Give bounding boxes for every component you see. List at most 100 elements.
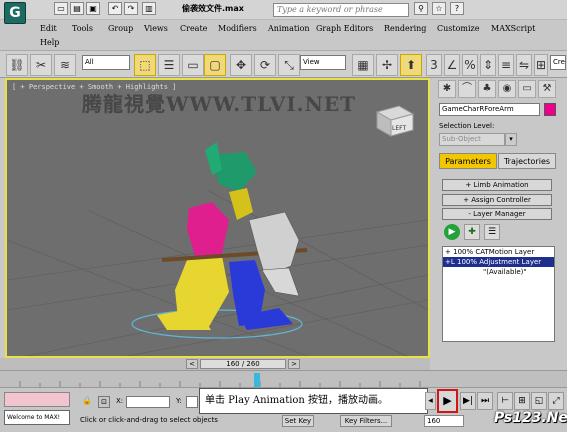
menu-create[interactable]: Create	[180, 24, 207, 33]
menu-help[interactable]: Help	[40, 38, 59, 47]
redo-icon[interactable]: ↷	[124, 2, 138, 15]
select-rotate-icon[interactable]: ⟳	[254, 54, 276, 76]
add-layer-icon[interactable]: ✚	[464, 224, 480, 240]
object-name-field[interactable]: GameCharRForeArm	[439, 103, 540, 116]
character-model	[157, 142, 308, 330]
window-crossing-icon[interactable]: ▢	[204, 54, 226, 76]
y-coordinate-field[interactable]	[186, 396, 198, 408]
menu-customize[interactable]: Customize	[437, 24, 480, 33]
layer-options-icon[interactable]: ☰	[484, 224, 500, 240]
layer-label: 100% CATMotion Layer	[453, 248, 535, 256]
track-bar[interactable]	[0, 370, 567, 388]
select-link-icon[interactable]: ⛓	[6, 54, 28, 76]
percent-snap-icon[interactable]: %	[462, 54, 478, 76]
menu-tools[interactable]: Tools	[72, 24, 93, 33]
open-file-icon[interactable]: ▤	[70, 2, 84, 15]
align-icon[interactable]: ⊞	[534, 54, 548, 76]
rollout-sign: +	[463, 196, 470, 204]
play-layer-icon[interactable]: ▶	[444, 224, 460, 240]
pivot-center-icon[interactable]: ▦	[352, 54, 374, 76]
help-icon[interactable]: ?	[450, 2, 464, 15]
object-color-swatch[interactable]	[544, 103, 556, 116]
maxscript-listener[interactable]	[4, 392, 70, 407]
sub-object-select[interactable]: Sub-Object	[439, 133, 505, 146]
keyboard-shortcut-override-icon[interactable]: ⬆	[400, 54, 422, 76]
menu-maxscript[interactable]: MAXScript	[491, 24, 535, 33]
title-bar: G ▭ ▤ ▣ ↶ ↷ ▥ 偷袭效文件.max Type a keyword o…	[0, 0, 567, 24]
snap-3d-icon[interactable]: 3	[426, 54, 442, 76]
maximize-viewport-icon[interactable]: ⤢	[548, 392, 564, 410]
time-slider-bar: < 160 / 260 >	[0, 358, 430, 370]
rollout-assign-controller[interactable]: + Assign Controller	[442, 194, 552, 206]
select-move-icon[interactable]: ✥	[230, 54, 252, 76]
tab-parameters[interactable]: Parameters	[439, 153, 497, 169]
utilities-tab-icon[interactable]: ⚒	[538, 80, 556, 98]
zoom-extents-icon[interactable]: ⊞	[514, 392, 530, 410]
prev-frame-icon[interactable]: <	[186, 359, 198, 369]
select-by-name-icon[interactable]: ☰	[158, 54, 180, 76]
key-filters-button[interactable]: Key Filters...	[340, 415, 392, 427]
list-item[interactable]: +L 100% Adjustment Layer	[443, 257, 554, 267]
display-tab-icon[interactable]: ▭	[518, 80, 536, 98]
save-file-icon[interactable]: ▣	[86, 2, 100, 15]
time-slider[interactable]: 160 / 260	[200, 359, 286, 369]
list-item[interactable]: "(Available)"	[443, 267, 554, 277]
key-mode-icon[interactable]: ⊢	[497, 392, 513, 410]
app-logo-icon[interactable]: G	[4, 2, 26, 24]
bind-space-warp-icon[interactable]: ≋	[54, 54, 76, 76]
undo-icon[interactable]: ↶	[108, 2, 122, 15]
next-frame-icon[interactable]: >	[288, 359, 300, 369]
project-folder-icon[interactable]: ▥	[142, 2, 156, 15]
select-manipulate-icon[interactable]: ✢	[376, 54, 398, 76]
selection-filter-select[interactable]: All	[82, 55, 130, 70]
time-cursor	[254, 373, 260, 387]
go-to-end-icon[interactable]: ⏭	[477, 392, 493, 410]
rollout-limb-animation[interactable]: + Limb Animation	[442, 179, 552, 191]
rollout-sign: +	[465, 181, 472, 189]
search-input[interactable]: Type a keyword or phrase	[273, 3, 409, 17]
rollout-label: Assign Controller	[471, 196, 531, 204]
perspective-viewport[interactable]: [ + Perspective + Smooth + Highlights ] …	[5, 78, 430, 358]
menu-views[interactable]: Views	[144, 24, 168, 33]
tab-trajectories[interactable]: Trajectories	[498, 153, 556, 169]
welcome-text[interactable]: Welcome to MAX!	[4, 410, 70, 425]
list-item[interactable]: + 100% CATMotion Layer	[443, 247, 554, 257]
angle-snap-icon[interactable]: ∠	[444, 54, 460, 76]
menu-animation[interactable]: Animation	[268, 24, 310, 33]
modify-tab-icon[interactable]: ⌒	[458, 80, 476, 98]
menu-group[interactable]: Group	[108, 24, 133, 33]
spinner-snap-icon[interactable]: ⇕	[480, 54, 496, 76]
absolute-mode-icon[interactable]: ⊡	[98, 396, 110, 408]
mirror-icon[interactable]: ⇋	[516, 54, 532, 76]
named-selection-sets[interactable]: Cre	[550, 55, 566, 70]
set-key-button[interactable]: Set Key	[282, 415, 314, 427]
reference-coordinate-select[interactable]: View	[300, 55, 346, 70]
status-prompt: Click or click-and-drag to select object…	[80, 416, 218, 424]
play-animation-button[interactable]: ▶	[437, 389, 458, 413]
rollout-layer-manager[interactable]: - Layer Manager	[442, 208, 552, 220]
menu-rendering[interactable]: Rendering	[384, 24, 426, 33]
motion-tab-icon[interactable]: ◉	[498, 80, 516, 98]
prev-key-icon[interactable]: ◂	[425, 392, 436, 410]
info-center-icon[interactable]: ☆	[432, 2, 446, 15]
create-tab-icon[interactable]: ✱	[438, 80, 456, 98]
select-scale-icon[interactable]: ⤡	[278, 54, 300, 76]
rollout-sign: -	[468, 210, 471, 218]
menu-modifiers[interactable]: Modifiers	[218, 24, 257, 33]
sub-object-dropdown-icon[interactable]: ▾	[505, 133, 517, 146]
hierarchy-tab-icon[interactable]: ♣	[478, 80, 496, 98]
field-of-view-icon[interactable]: ◱	[531, 392, 547, 410]
menu-edit[interactable]: Edit	[40, 24, 57, 33]
lock-icon[interactable]: 🔒	[80, 396, 94, 408]
menu-graph-editors[interactable]: Graph Editors	[316, 24, 373, 33]
selection-level-label: Selection Level:	[439, 122, 495, 130]
current-frame-field[interactable]: 160	[424, 415, 464, 427]
search-icon[interactable]: ⚲	[414, 2, 428, 15]
new-file-icon[interactable]: ▭	[54, 2, 68, 15]
rectangular-selection-icon[interactable]: ▭	[182, 54, 204, 76]
x-coordinate-field[interactable]	[126, 396, 170, 408]
next-frame-button-icon[interactable]: ▶|	[460, 392, 476, 410]
named-selection-icon[interactable]: ≡	[498, 54, 514, 76]
select-object-icon[interactable]: ⬚	[134, 54, 156, 76]
unlink-icon[interactable]: ✂	[30, 54, 52, 76]
